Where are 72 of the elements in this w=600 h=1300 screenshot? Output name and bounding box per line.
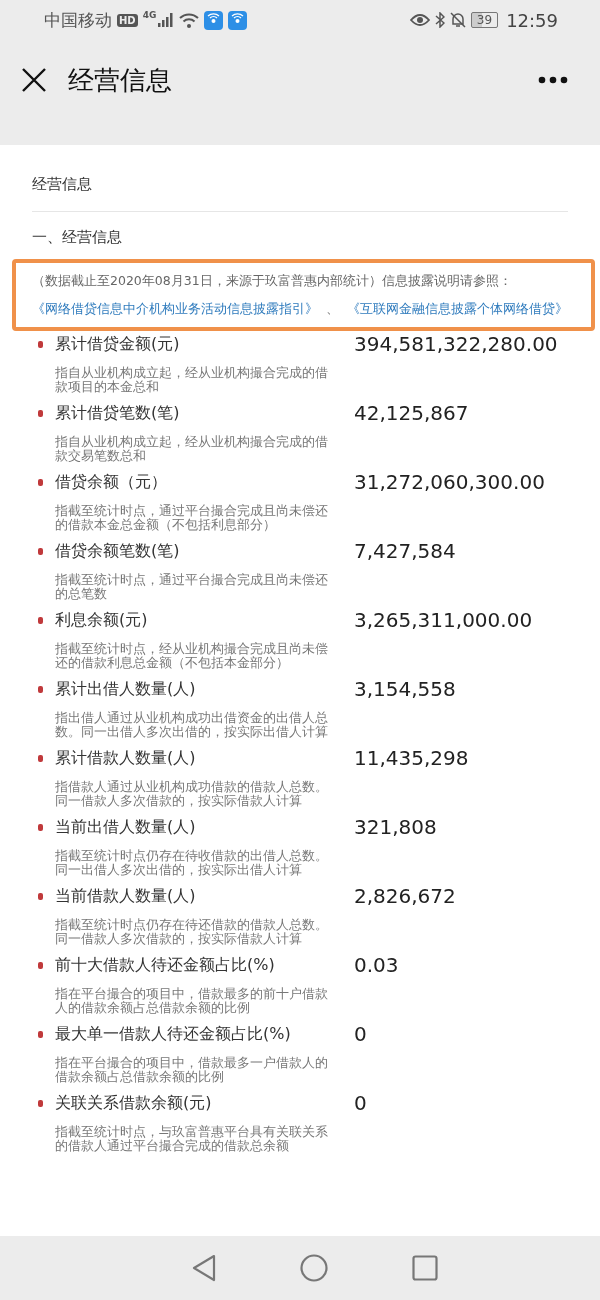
section-heading: 一、经营信息: [32, 227, 123, 248]
metric-value: 31,272,060,300.00: [354, 470, 545, 494]
metric-value: 321,808: [354, 815, 437, 839]
hotspot-icon: [228, 10, 248, 30]
metric-description: 指出借人通过从业机构成功出借资金的出借人总数。同一出借人多次出借的，按实际出借人计算: [55, 709, 329, 741]
bullet-icon: [38, 1100, 43, 1107]
close-icon[interactable]: [22, 68, 46, 92]
metric-description: 指截至统计时点仍存在待收借款的出借人总数。同一出借人多次出借的，按实际出借人计算: [55, 847, 329, 879]
back-icon[interactable]: [192, 1254, 216, 1282]
bullet-icon: [38, 824, 43, 831]
signal-icon: [158, 13, 175, 27]
metric-label: 借贷余额笔数(笔): [55, 540, 181, 562]
metric-description: 指自从业机构成立起，经从业机构撮合完成的借款交易笔数总和: [55, 433, 329, 465]
metric-description: 指截至统计时点，经从业机构撮合完成且尚未偿还的借款利息总金额（不包括本金部分）: [55, 640, 329, 672]
metric-label: 借贷余额（元）: [55, 471, 168, 493]
recents-icon[interactable]: [412, 1255, 438, 1281]
metric-value: 0: [354, 1022, 367, 1046]
metric-description: 指截至统计时点，通过平台撮合完成且尚未偿还的借款本金总金额（不包括利息部分）: [55, 502, 329, 534]
document-link[interactable]: 《互联网金融信息披露个体网络借贷》: [347, 301, 568, 316]
metric-value: 3,265,311,000.00: [354, 608, 533, 632]
clock-time: 12:59: [506, 9, 558, 31]
metric-value: 2,826,672: [354, 884, 456, 908]
bullet-icon: [38, 893, 43, 900]
metric-value: 0: [354, 1091, 367, 1115]
page-title: 经营信息: [68, 63, 172, 97]
metric-label: 关联关系借款余额(元): [55, 1092, 213, 1114]
metric-value: 394,581,322,280.00: [354, 332, 558, 356]
home-icon[interactable]: [300, 1254, 328, 1282]
metric-label: 累计借贷金额(元): [55, 333, 181, 355]
carrier-name: 中国移动: [44, 8, 112, 32]
metric-value: 11,435,298: [354, 746, 469, 770]
battery-level: 39: [470, 12, 499, 28]
bullet-icon: [38, 479, 43, 486]
hotspot-icon: [204, 10, 224, 30]
bluetooth-icon: [434, 12, 445, 28]
metric-label: 累计借款人数量(人): [55, 747, 197, 769]
bullet-icon: [38, 755, 43, 762]
metric-label: 累计借贷笔数(笔): [55, 402, 181, 424]
bullet-icon: [38, 410, 43, 417]
metric-label: 利息余额(元): [55, 609, 149, 631]
metric-label: 当前出借人数量(人): [55, 816, 197, 838]
muted-bell-icon: [449, 12, 466, 28]
metric-description: 指截至统计时点仍存在待还借款的借款人总数。同一借款人多次借款的，按实际借款人计算: [55, 916, 329, 948]
bullet-icon: [38, 548, 43, 555]
document-link[interactable]: 《网络借贷信息中介机构业务活动信息披露指引》: [32, 301, 318, 316]
wifi-icon: [179, 12, 200, 28]
metric-description: 指借款人通过从业机构成功借款的借款人总数。同一借款人多次借款的，按实际借款人计算: [55, 778, 329, 810]
metric-label: 前十大借款人待还金额占比(%): [55, 954, 276, 976]
hd-badge: HD: [117, 13, 138, 27]
eye-icon: [409, 13, 430, 27]
notice-text: （数据截止至2020年08月31日，来源于玖富普惠内部统计）信息披露说明请参照：: [32, 273, 512, 288]
bullet-icon: [38, 1031, 43, 1038]
more-icon[interactable]: [538, 76, 568, 84]
bullet-icon: [38, 341, 43, 348]
card-title: 经营信息: [32, 174, 93, 195]
metric-description: 指自从业机构成立起，经从业机构撮合完成的借款项目的本金总和: [55, 364, 329, 396]
metric-label: 累计出借人数量(人): [55, 678, 197, 700]
bullet-icon: [38, 962, 43, 969]
metric-description: 指在平台撮合的项目中，借款最多的前十户借款人的借款余额占总借款余额的比例: [55, 985, 329, 1017]
metric-value: 3,154,558: [354, 677, 456, 701]
metric-label: 当前借款人数量(人): [55, 885, 197, 907]
separator: 、: [326, 301, 339, 316]
metric-value: 0.03: [354, 953, 399, 977]
metric-description: 指在平台撮合的项目中，借款最多一户借款人的借款余额占总借款余额的比例: [55, 1054, 329, 1086]
bullet-icon: [38, 686, 43, 693]
metric-value: 42,125,867: [354, 401, 469, 425]
network-type: 4G: [142, 10, 157, 20]
metric-description: 指截至统计时点，与玖富普惠平台具有关联关系的借款人通过平台撮合完成的借款总余额: [55, 1123, 329, 1155]
metric-label: 最大单一借款人待还金额占比(%): [55, 1023, 292, 1045]
bullet-icon: [38, 617, 43, 624]
metric-value: 7,427,584: [354, 539, 456, 563]
metric-description: 指截至统计时点，通过平台撮合完成且尚未偿还的总笔数: [55, 571, 329, 603]
